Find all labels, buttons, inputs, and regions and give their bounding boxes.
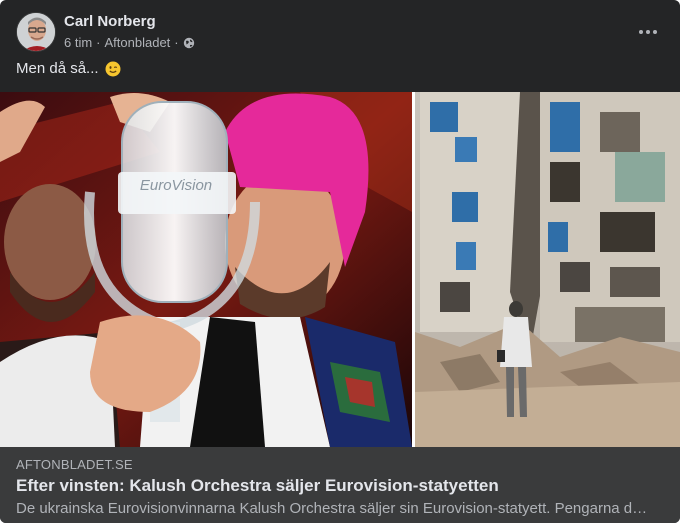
meta-separator: · (174, 35, 179, 50)
damaged-building-photo (415, 92, 680, 447)
more-options-button[interactable] (632, 16, 664, 48)
meta-separator: · (96, 35, 101, 50)
more-options-icon (639, 30, 643, 34)
globe-icon (183, 37, 194, 48)
link-preview[interactable]: AFTONBLADET.SE Efter vinsten: Kalush Orc… (0, 447, 680, 523)
post-time[interactable]: 6 tim (64, 35, 92, 50)
link-description: De ukrainska Eurovisionvinnarna Kalush O… (16, 500, 648, 517)
author-name[interactable]: Carl Norberg (64, 13, 156, 30)
link-domain: AFTONBLADET.SE (16, 457, 133, 472)
winking-face-emoji (105, 61, 121, 76)
post-header: Carl Norberg 6 tim · Aftonbladet · (16, 12, 664, 52)
more-options-dot (653, 30, 657, 34)
post-card: Carl Norberg 6 tim · Aftonbladet · Men d… (0, 0, 680, 523)
link-title[interactable]: Efter vinsten: Kalush Orchestra säljer E… (16, 476, 499, 496)
author-avatar[interactable] (16, 12, 56, 52)
avatar-photo (17, 13, 55, 51)
link-image: EuroVision (0, 92, 680, 447)
post-source[interactable]: Aftonbladet (105, 35, 171, 50)
post-message: Men då så... (16, 60, 99, 77)
post-meta: 6 tim · Aftonbladet · (64, 35, 195, 50)
link-media[interactable]: EuroVision (0, 92, 680, 447)
trophy-logo: EuroVision (140, 177, 212, 194)
post-text: Men då så... (16, 60, 121, 77)
eurovision-trophy-photo: EuroVision (0, 92, 412, 447)
more-options-dot (646, 30, 650, 34)
